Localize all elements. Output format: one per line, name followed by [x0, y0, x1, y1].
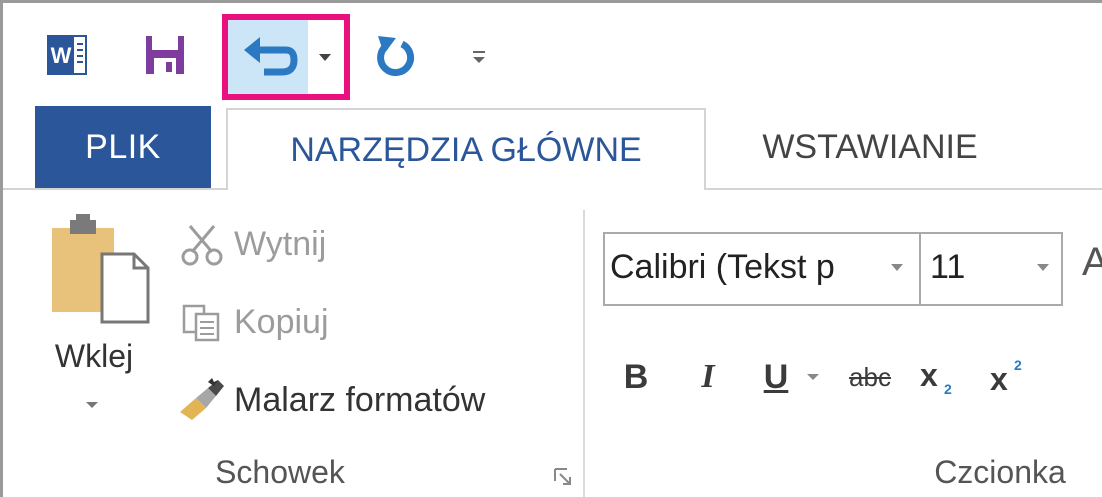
format-painter-button[interactable]: Malarz formatów: [176, 372, 485, 428]
tab-home[interactable]: NARZĘDZIA GŁÓWNE: [226, 108, 706, 190]
scissors-icon: [176, 218, 228, 270]
grow-font-button[interactable]: A: [1082, 240, 1102, 298]
subscript-button[interactable]: x 2: [916, 352, 972, 402]
italic-button[interactable]: I: [688, 352, 728, 402]
font-size-input[interactable]: 11: [930, 248, 1010, 292]
svg-text:x: x: [920, 357, 938, 393]
undo-highlight-box: [222, 14, 350, 100]
cut-button[interactable]: Wytnij: [176, 216, 326, 272]
copy-button[interactable]: Kopiuj: [176, 294, 329, 350]
group-label-clipboard: Schowek: [215, 454, 345, 490]
customize-toolbar-icon: [473, 51, 485, 63]
paintbrush-icon: [176, 374, 228, 426]
svg-text:W: W: [51, 43, 72, 68]
undo-button[interactable]: [242, 34, 298, 80]
group-label-font: Czcionka: [934, 454, 1066, 490]
save-button[interactable]: [140, 30, 190, 80]
font-name-dropdown-icon[interactable]: [882, 248, 912, 288]
font-size-dropdown-icon[interactable]: [1028, 248, 1058, 288]
format-painter-label: Malarz formatów: [234, 380, 486, 419]
bold-button[interactable]: B: [616, 352, 656, 402]
chevron-down-icon: [319, 54, 331, 61]
undo-arrow-icon: [244, 37, 298, 76]
paste-label: Wklej: [54, 338, 134, 374]
paste-options-chevron-icon[interactable]: [83, 398, 101, 412]
svg-text:2: 2: [944, 381, 952, 397]
dialog-launcher-icon[interactable]: [552, 466, 574, 488]
underline-dropdown-icon[interactable]: [800, 352, 826, 402]
clipboard-paste-icon: [52, 214, 150, 324]
copy-label: Kopiuj: [234, 302, 329, 341]
undo-dropdown-button[interactable]: [310, 40, 340, 74]
ribbon-group-divider: [583, 210, 585, 497]
redo-button[interactable]: [372, 30, 420, 80]
copy-icon: [176, 296, 228, 348]
customize-toolbar-button[interactable]: [464, 40, 494, 74]
subscript-icon: x 2: [920, 357, 952, 397]
font-name-input[interactable]: Calibri (Tekst p: [610, 248, 880, 292]
svg-text:2: 2: [1014, 357, 1022, 373]
underline-button[interactable]: U: [756, 352, 796, 402]
superscript-icon: x 2: [990, 357, 1022, 397]
superscript-button[interactable]: x 2: [986, 352, 1042, 402]
tab-insert[interactable]: WSTAWIANIE: [720, 106, 1020, 188]
strikethrough-button[interactable]: abc: [838, 352, 902, 402]
svg-text:x: x: [990, 361, 1008, 397]
floppy-disk-icon: [146, 36, 184, 74]
paste-button[interactable]: [40, 210, 158, 420]
redo-arrow-icon: [377, 36, 415, 76]
word-app-icon[interactable]: W: [42, 30, 92, 80]
cut-label: Wytnij: [234, 224, 327, 263]
tab-file[interactable]: PLIK: [35, 106, 211, 188]
